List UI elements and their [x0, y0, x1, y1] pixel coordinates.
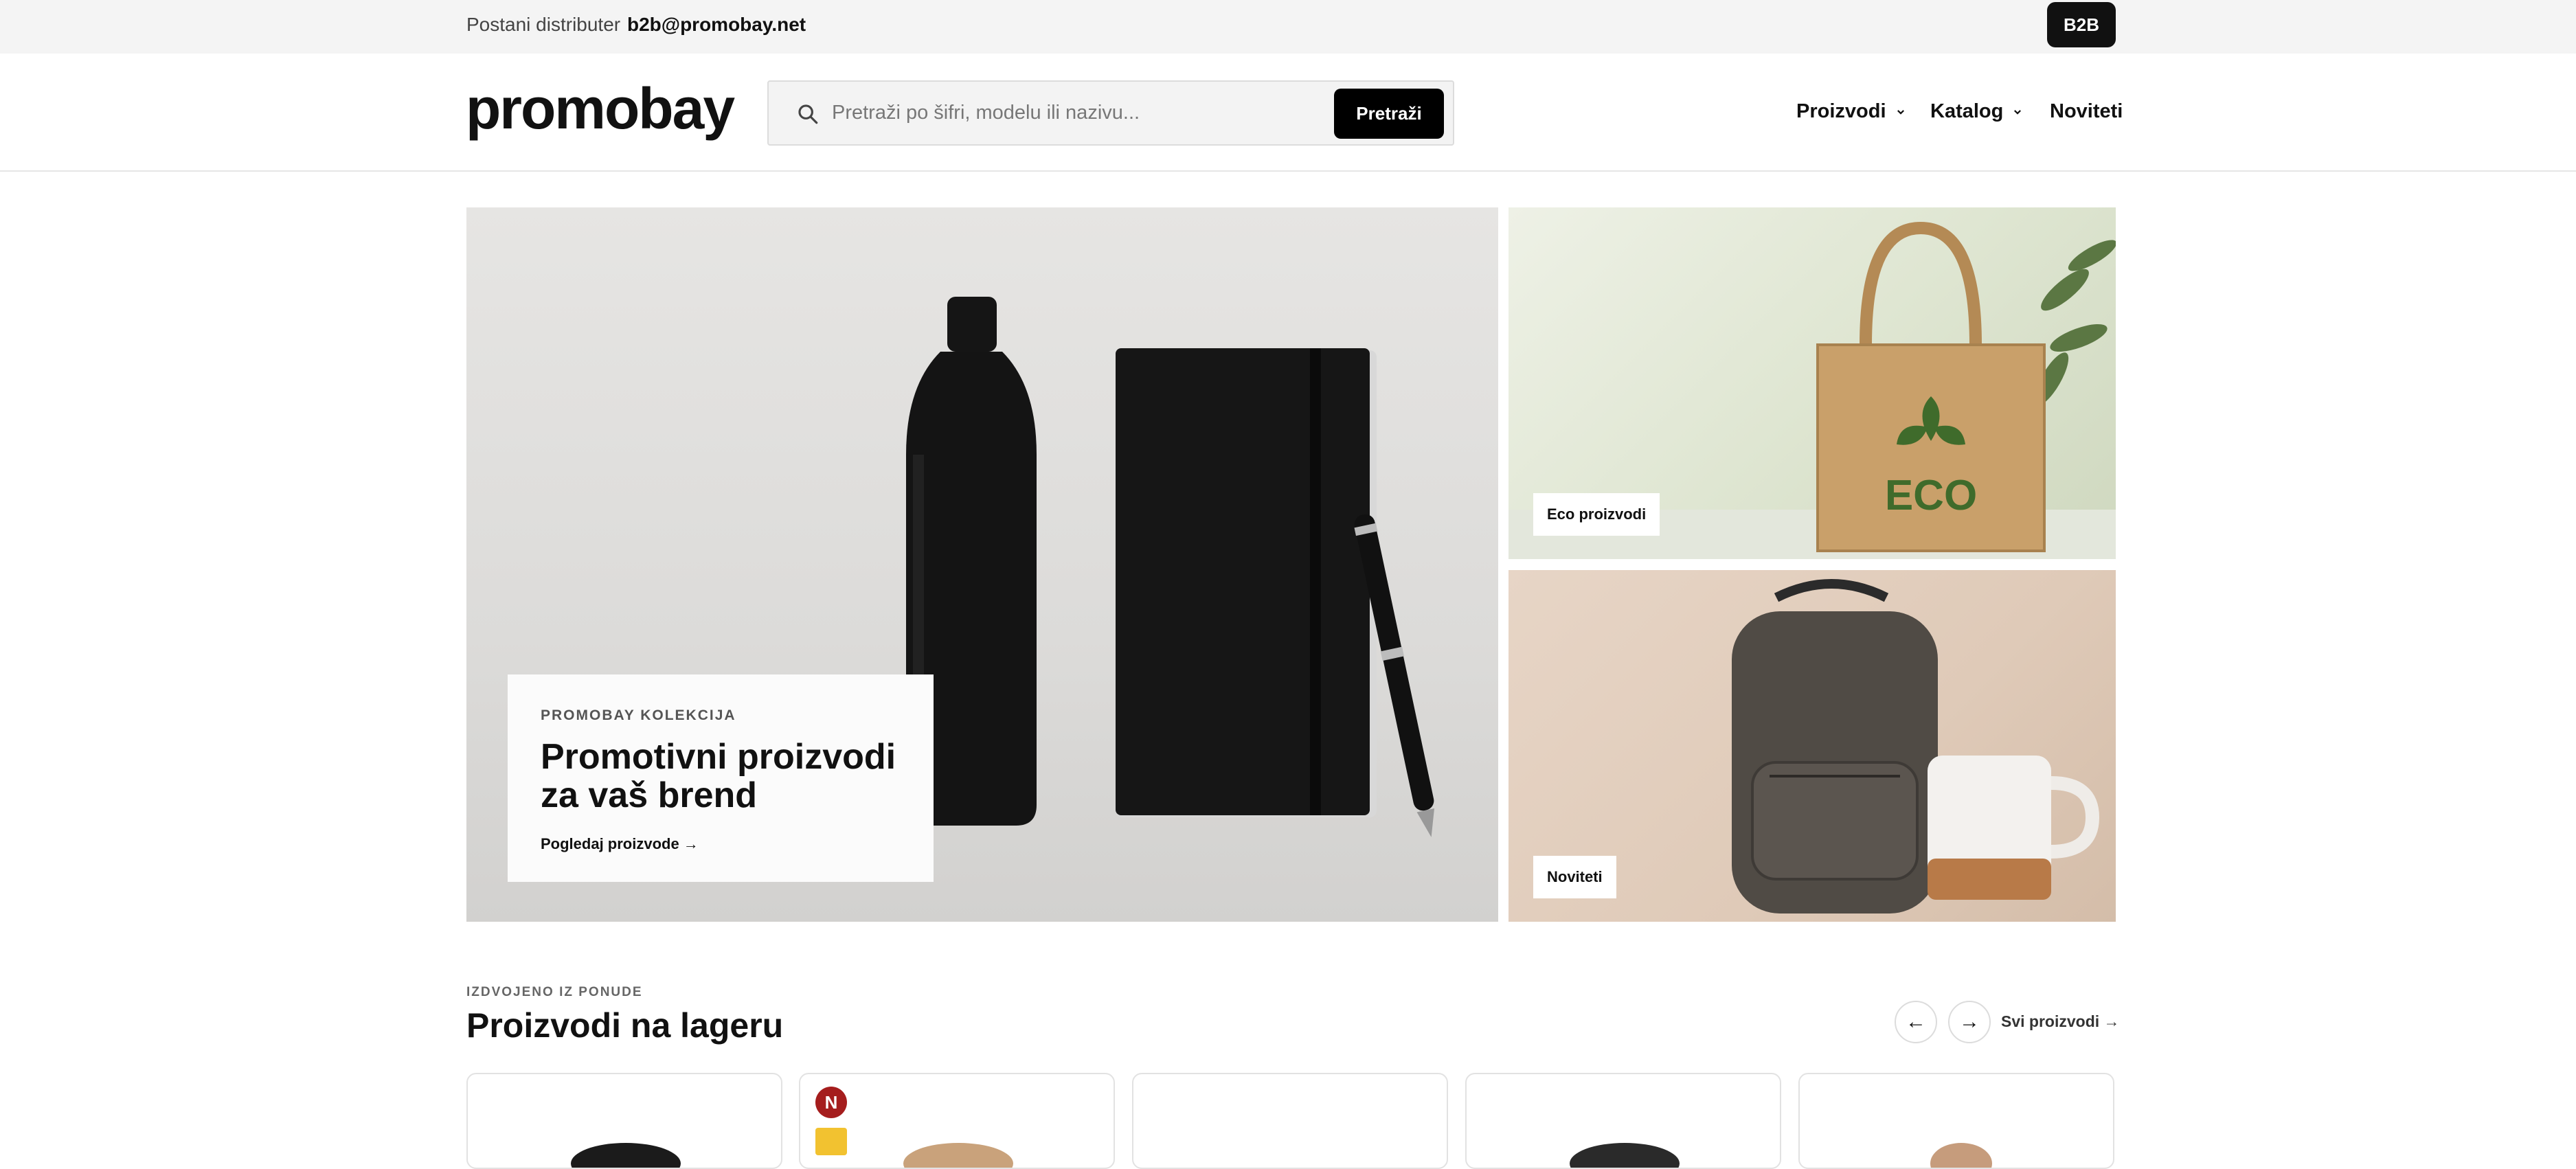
product-image — [1930, 1143, 1992, 1168]
hero-banner[interactable]: PROMOBAY KOLEKCIJA Promotivni proizvodi … — [466, 207, 1498, 922]
b2b-email-link[interactable]: b2b@promobay.net — [627, 14, 806, 36]
product-image — [903, 1143, 1013, 1168]
section-eyebrow: IZDVOJENO IZ PONUDE — [466, 985, 643, 999]
nav-products[interactable]: Proizvodi — [1796, 100, 1906, 123]
news-tile[interactable]: Noviteti — [1509, 570, 2116, 922]
hero-eyebrow: PROMOBAY KOLEKCIJA — [541, 707, 736, 723]
carousel-prev-button[interactable]: ← — [1895, 1001, 1937, 1043]
product-image — [571, 1143, 681, 1168]
product-card[interactable] — [1798, 1073, 2114, 1169]
eco-products-tile[interactable]: ECO Eco proizvodi — [1509, 207, 2116, 559]
site-header: promobay Pretraži — [0, 54, 2576, 172]
chevron-down-icon — [1897, 109, 1904, 115]
nav-news-label: Noviteti — [2050, 100, 2123, 122]
b2b-button[interactable]: B2B — [2047, 2, 2116, 47]
search-input[interactable] — [832, 82, 1313, 144]
nav-catalog-label: Katalog — [1930, 100, 2004, 122]
eco-products-label[interactable]: Eco proizvodi — [1533, 493, 1660, 536]
product-card[interactable] — [1465, 1073, 1781, 1169]
news-label[interactable]: Noviteti — [1533, 856, 1616, 898]
nav-news[interactable]: Noviteti — [2050, 100, 2123, 123]
product-card[interactable] — [466, 1073, 782, 1169]
carousel-next-button[interactable]: → — [1948, 1001, 1991, 1043]
view-products-link[interactable]: Pogledaj proizvode → — [541, 835, 901, 853]
search-bar: Pretraži — [767, 80, 1454, 146]
product-card[interactable] — [1132, 1073, 1448, 1169]
search-icon — [798, 104, 818, 124]
nav-catalog[interactable]: Katalog — [1930, 100, 2022, 123]
all-products-link[interactable]: Svi proizvodi → — [2001, 1012, 2120, 1031]
search-button[interactable]: Pretraži — [1334, 89, 1444, 139]
product-image — [1570, 1143, 1680, 1168]
eco-bag-print: ECO — [1885, 472, 1977, 519]
section-title: Proizvodi na lageru — [466, 1006, 784, 1045]
chevron-down-icon — [2014, 109, 2022, 115]
top-bar: Postani distributer b2b@promobay.net B2B — [0, 0, 2576, 54]
promobay-logo[interactable]: promobay — [466, 80, 735, 137]
become-distributor-link[interactable]: Postani distributer — [466, 14, 620, 36]
hero-text-panel: PROMOBAY KOLEKCIJA Promotivni proizvodi … — [508, 674, 934, 882]
hero-title: Promotivni proizvodi za vaš brend — [541, 737, 896, 815]
new-badge: N — [815, 1087, 847, 1118]
product-card[interactable]: N — [799, 1073, 1115, 1169]
nav-products-label: Proizvodi — [1796, 100, 1886, 122]
promo-sticker-icon — [815, 1128, 847, 1155]
